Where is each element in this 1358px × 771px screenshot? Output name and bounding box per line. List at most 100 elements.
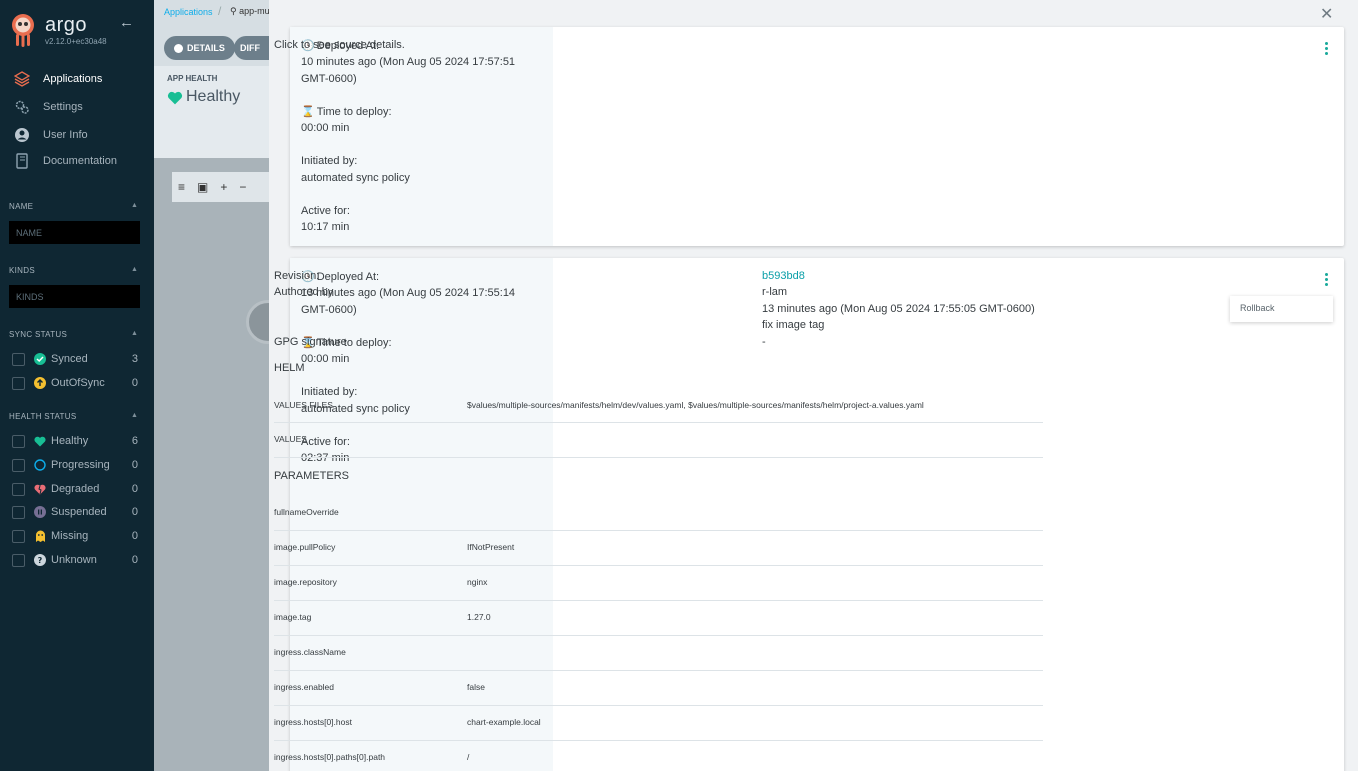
heart-icon [167, 91, 183, 108]
ghost-icon [34, 530, 46, 542]
checkbox[interactable] [12, 482, 25, 496]
gpg-value: - [762, 336, 766, 348]
nav-user-info[interactable]: User Info [0, 122, 154, 148]
health-filter-unknown[interactable]: ? Unknown 0 [12, 552, 140, 568]
breadcrumb-applications[interactable]: Applications [164, 7, 213, 17]
checkbox[interactable] [12, 553, 25, 567]
filter-count: 6 [131, 435, 138, 447]
progressing-circle-icon [34, 459, 46, 471]
param-key: ingress.enabled [274, 682, 335, 692]
health-filter-suspended[interactable]: Suspended 0 [12, 504, 140, 520]
param-key: image.tag [274, 612, 312, 622]
filter-label: Suspended [51, 506, 107, 518]
check-circle-icon [34, 353, 46, 365]
app-health-value: Healthy [186, 88, 241, 105]
param-key: fullnameOverride [274, 507, 339, 517]
filter-label: Missing [51, 530, 89, 542]
deployed-value: 13 minutes ago (Mon Aug 05 2024 17:55:14… [301, 287, 516, 316]
checkbox[interactable] [12, 529, 25, 543]
param-key: image.repository [274, 577, 337, 587]
caret-up-icon[interactable]: ▲ [131, 412, 138, 419]
gpg-label: GPG signature [274, 336, 347, 348]
health-filter-degraded[interactable]: Degraded 0 [12, 481, 140, 497]
initiated-label: Initiated by: [301, 155, 358, 168]
param-key: ingress.className [274, 647, 346, 657]
fit-icon[interactable]: ▣ [197, 180, 208, 194]
name-filter-title: NAME [9, 202, 34, 211]
health-filter-missing[interactable]: Missing 0 [12, 528, 140, 544]
filter-count: 3 [131, 353, 138, 365]
sync-filter-outofsync[interactable]: OutOfSync 0 [12, 375, 140, 391]
layers-icon [13, 70, 31, 88]
more-menu-icon[interactable] [1325, 273, 1328, 286]
time-value: 00:00 min [301, 353, 350, 366]
param-value: nginx [467, 577, 488, 587]
caret-up-icon[interactable]: ▲ [131, 266, 138, 273]
revision-value[interactable]: b593bd8 [762, 270, 805, 282]
health-filter-progressing[interactable]: Progressing 0 [12, 457, 140, 473]
deployed-label: Deployed At: [316, 271, 380, 283]
close-icon[interactable]: ✕ [1320, 4, 1333, 24]
param-key: ingress.hosts[0].paths[0].path [274, 752, 386, 762]
graph-toolbar: ≡ ▣ + − [172, 172, 269, 202]
rollback-menu-item[interactable]: Rollback [1230, 296, 1333, 322]
name-filter-input[interactable] [9, 221, 140, 244]
checkbox[interactable] [12, 376, 25, 390]
info-icon [174, 43, 183, 53]
values-label: VALUES [274, 434, 307, 444]
nav-label: User Info [43, 129, 88, 141]
param-value: 1.27.0 [467, 612, 491, 622]
param-row: ingress.hosts[0].host chart-example.loca… [274, 706, 1043, 741]
checkbox[interactable] [12, 352, 25, 366]
caret-up-icon[interactable]: ▲ [131, 330, 138, 337]
checkbox[interactable] [12, 505, 25, 519]
checkbox[interactable] [12, 458, 25, 472]
param-row: image.tag 1.27.0 [274, 601, 1043, 636]
question-circle-icon: ? [34, 554, 46, 566]
nav-label: Documentation [43, 155, 117, 167]
diff-label: DIFF [240, 43, 260, 53]
filter-count: 0 [131, 506, 138, 518]
filter-label: Unknown [51, 554, 97, 566]
time-label: Time to deploy: [316, 105, 392, 118]
filter-label: Degraded [51, 483, 100, 495]
kinds-filter-title: KINDS [9, 266, 35, 275]
nav-documentation[interactable]: Documentation [0, 148, 154, 174]
param-value: IfNotPresent [467, 542, 515, 552]
author-time: 13 minutes ago (Mon Aug 05 2024 17:55:05… [762, 303, 1035, 315]
more-menu-icon[interactable] [1325, 42, 1328, 55]
breadcrumb-separator: / [218, 4, 222, 18]
pause-circle-icon [34, 506, 46, 518]
caret-up-icon[interactable]: ▲ [131, 202, 138, 209]
diff-button[interactable]: DIFF [234, 36, 269, 60]
filter-count: 0 [131, 459, 138, 471]
sync-filter-synced[interactable]: Synced 3 [12, 351, 140, 367]
zoom-out-icon[interactable]: − [239, 180, 246, 194]
nav-settings[interactable]: Settings [0, 94, 154, 120]
param-row: image.repository nginx [274, 566, 1043, 601]
filter-label: Healthy [51, 435, 89, 447]
revision-label: Revision: [274, 270, 320, 282]
filter-label: Progressing [51, 459, 110, 471]
zoom-in-icon[interactable]: + [220, 180, 227, 194]
align-icon[interactable]: ≡ [178, 180, 185, 194]
breadcrumb-search[interactable]: ⚲ app-mu [230, 6, 270, 17]
param-key: image.pullPolicy [274, 542, 336, 552]
collapse-sidebar-icon[interactable]: ← [119, 14, 134, 31]
revision-link[interactable]: b593bd8 [762, 270, 805, 282]
broken-heart-icon [34, 483, 46, 495]
user-icon [13, 126, 31, 144]
source-details-link[interactable]: Click to see source details. [274, 39, 405, 51]
details-button[interactable]: DETAILS [164, 36, 235, 60]
argo-logo-icon[interactable] [8, 12, 38, 48]
param-value: chart-example.local [467, 717, 541, 727]
checkbox[interactable] [12, 434, 25, 448]
kinds-filter-input[interactable] [9, 285, 140, 308]
param-key: ingress.hosts[0].host [274, 717, 352, 727]
param-row: image.pullPolicy IfNotPresent [274, 531, 1043, 566]
health-filter-healthy[interactable]: Healthy 6 [12, 433, 140, 449]
nav-applications[interactable]: Applications [0, 66, 154, 92]
param-row: fullnameOverride [274, 496, 1043, 531]
param-row: ingress.enabled false [274, 671, 1043, 706]
values-files-label: VALUES FILES [274, 400, 333, 410]
